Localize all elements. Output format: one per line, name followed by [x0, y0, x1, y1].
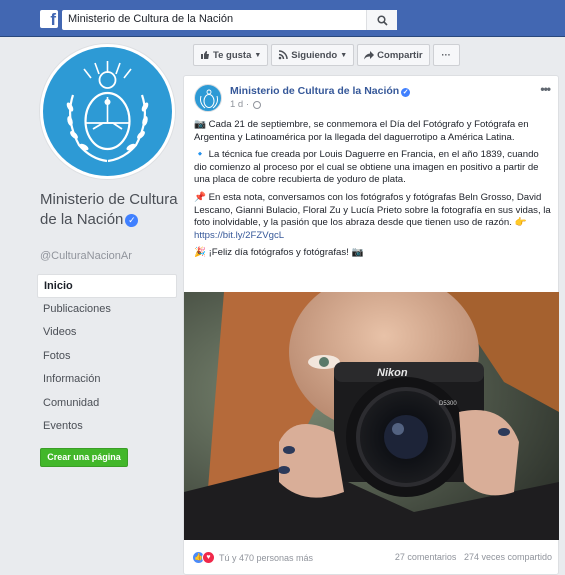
following-label: Siguiendo: [291, 49, 338, 61]
post-photo[interactable]: Nikon D5300: [184, 292, 559, 540]
coat-of-arms-logo: [43, 47, 172, 176]
share-label: Compartir: [377, 49, 423, 61]
nav-item-inicio[interactable]: Inicio: [37, 274, 177, 298]
comments-count[interactable]: 27 comentarios: [395, 552, 457, 562]
like-page-button[interactable]: Te gusta ▼: [193, 44, 269, 66]
post-author-text[interactable]: Ministerio de Cultura de la Nación: [230, 85, 399, 97]
post-counts: 27 comentarios 274 veces compartido: [395, 552, 552, 562]
post-link[interactable]: https://bit.ly/2FZVgcL: [194, 230, 284, 241]
caret-down-icon: ▼: [254, 51, 262, 59]
post-card: Ministerio de Cultura de la Nación ✓ 1 d …: [183, 75, 559, 575]
search-input[interactable]: Ministerio de Cultura de la Nación: [62, 10, 397, 30]
thumbs-up-icon: [201, 51, 209, 59]
reactions-text[interactable]: Tú y 470 personas más: [219, 553, 313, 563]
caret-down-icon: ▼: [340, 51, 348, 59]
page-nav: Inicio Publicaciones Videos Fotos Inform…: [37, 274, 177, 439]
post-paragraph: 🔹 La técnica fue creada por Louis Daguer…: [194, 149, 539, 186]
post-paragraph: 📷 Cada 21 de septiembre, se conmemora el…: [194, 119, 529, 143]
camera-brand-label: Nikon: [377, 367, 408, 379]
nav-item-publicaciones[interactable]: Publicaciones: [37, 298, 177, 322]
globe-icon: [253, 100, 262, 109]
love-reaction-icon: ♥: [202, 551, 215, 564]
post-options-button[interactable]: •••: [540, 82, 551, 96]
share-arrow-icon: [364, 51, 375, 60]
search-icon: [376, 14, 388, 26]
nav-item-informacion[interactable]: Información: [37, 368, 177, 392]
verified-badge-icon: ✓: [401, 88, 411, 97]
top-bar: f Ministerio de Cultura de la Nación: [0, 0, 565, 37]
create-page-button[interactable]: Crear una página: [40, 448, 128, 467]
verified-badge-icon: ✓: [125, 214, 139, 227]
facebook-logo-icon[interactable]: f: [40, 10, 58, 28]
like-label: Te gusta: [213, 49, 252, 61]
following-button[interactable]: Siguiendo ▼: [271, 44, 355, 66]
page-handle[interactable]: @CulturaNacionAr: [40, 250, 132, 262]
nav-item-videos[interactable]: Videos: [37, 321, 177, 345]
post-author-name[interactable]: Ministerio de Cultura de la Nación ✓: [230, 85, 411, 97]
post-author-avatar[interactable]: [194, 84, 222, 112]
nav-item-eventos[interactable]: Eventos: [37, 415, 177, 439]
rss-icon: [278, 50, 289, 60]
page-name-text[interactable]: Ministerio de Cultura de la Nación: [40, 191, 178, 228]
profile-picture[interactable]: [40, 44, 175, 179]
post-paragraph: 🎉 ¡Feliz día fotógrafos y fotógrafas! 📷: [194, 247, 364, 259]
share-page-button[interactable]: Compartir: [357, 44, 430, 66]
nav-item-fotos[interactable]: Fotos: [37, 345, 177, 369]
shares-count[interactable]: 274 veces compartido: [464, 552, 552, 562]
post-timestamp[interactable]: 1 d ·: [230, 99, 262, 110]
post-time-text[interactable]: 1 d ·: [230, 99, 249, 110]
post-paragraph: 📌 En esta nota, conversamos con los fotó…: [194, 192, 554, 242]
page-title[interactable]: Ministerio de Cultura de la Nación ✓: [40, 190, 180, 230]
more-options-button[interactable]: ···: [432, 44, 460, 66]
search-button[interactable]: [366, 10, 397, 30]
post-footer: 👍 ♥ Tú y 470 personas más 27 comentarios…: [192, 551, 552, 565]
page-actions: Te gusta ▼ Siguiendo ▼ Compartir ···: [193, 44, 460, 68]
left-column: Ministerio de Cultura de la Nación ✓ @Cul…: [0, 37, 186, 575]
post-paragraph-text: 📌 En esta nota, conversamos con los fotó…: [194, 191, 551, 229]
nav-item-comunidad[interactable]: Comunidad: [37, 392, 177, 416]
post-body: 📷 Cada 21 de septiembre, se conmemora el…: [194, 119, 554, 265]
reactions-summary[interactable]: 👍 ♥ Tú y 470 personas más: [192, 551, 313, 564]
camera-model-label: D5300: [439, 401, 457, 407]
